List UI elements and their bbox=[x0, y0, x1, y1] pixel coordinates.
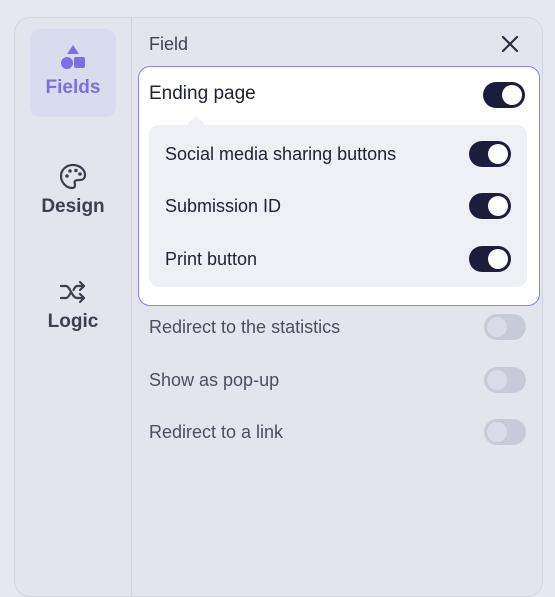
shapes-icon bbox=[58, 43, 88, 73]
sidebar-item-label: Design bbox=[41, 196, 105, 217]
option-label: Show as pop-up bbox=[149, 369, 280, 390]
suboption-label: Submission ID bbox=[165, 195, 282, 216]
suboption-social-sharing: Social media sharing buttons bbox=[165, 139, 511, 169]
redirect-statistics-toggle[interactable] bbox=[484, 314, 526, 340]
close-button[interactable] bbox=[498, 32, 522, 56]
option-label: Redirect to a link bbox=[149, 421, 284, 442]
option-label: Redirect to the statistics bbox=[149, 316, 341, 337]
sidebar-item-label: Logic bbox=[47, 311, 99, 332]
ending-page-toggle[interactable] bbox=[483, 82, 525, 108]
ending-page-suboptions: Social media sharing buttons Submission … bbox=[149, 116, 527, 287]
main-content: Field Ending page Social media sharing b… bbox=[132, 18, 542, 596]
sidebar-item-fields[interactable]: Fields bbox=[30, 29, 116, 117]
redirect-link-toggle[interactable] bbox=[484, 419, 526, 445]
print-button-toggle[interactable] bbox=[469, 246, 511, 272]
social-sharing-toggle[interactable] bbox=[469, 141, 511, 167]
close-icon bbox=[501, 35, 519, 53]
ending-page-label: Ending page bbox=[149, 83, 256, 104]
sidebar-item-design[interactable]: Design bbox=[30, 148, 116, 236]
suboption-submission-id: Submission ID bbox=[165, 191, 511, 221]
ending-page-card: Ending page Social media sharing buttons… bbox=[138, 66, 540, 306]
suboption-print-button: Print button bbox=[165, 244, 511, 274]
sidebar-item-label: Fields bbox=[45, 77, 101, 98]
palette-icon bbox=[58, 162, 88, 192]
show-popup-toggle[interactable] bbox=[484, 367, 526, 393]
option-show-popup: Show as pop-up bbox=[149, 365, 526, 395]
suboption-label: Print button bbox=[165, 248, 258, 269]
panel-title: Field bbox=[149, 34, 189, 54]
submission-id-toggle[interactable] bbox=[469, 193, 511, 219]
sidebar-item-logic[interactable]: Logic bbox=[30, 263, 116, 351]
settings-panel: Fields Design Logic Field Ending page So… bbox=[14, 17, 543, 597]
option-redirect-statistics: Redirect to the statistics bbox=[149, 312, 526, 342]
option-redirect-link: Redirect to a link bbox=[149, 417, 526, 447]
sidebar: Fields Design Logic bbox=[15, 18, 132, 596]
shuffle-icon bbox=[58, 277, 88, 307]
suboption-label: Social media sharing buttons bbox=[165, 143, 397, 164]
